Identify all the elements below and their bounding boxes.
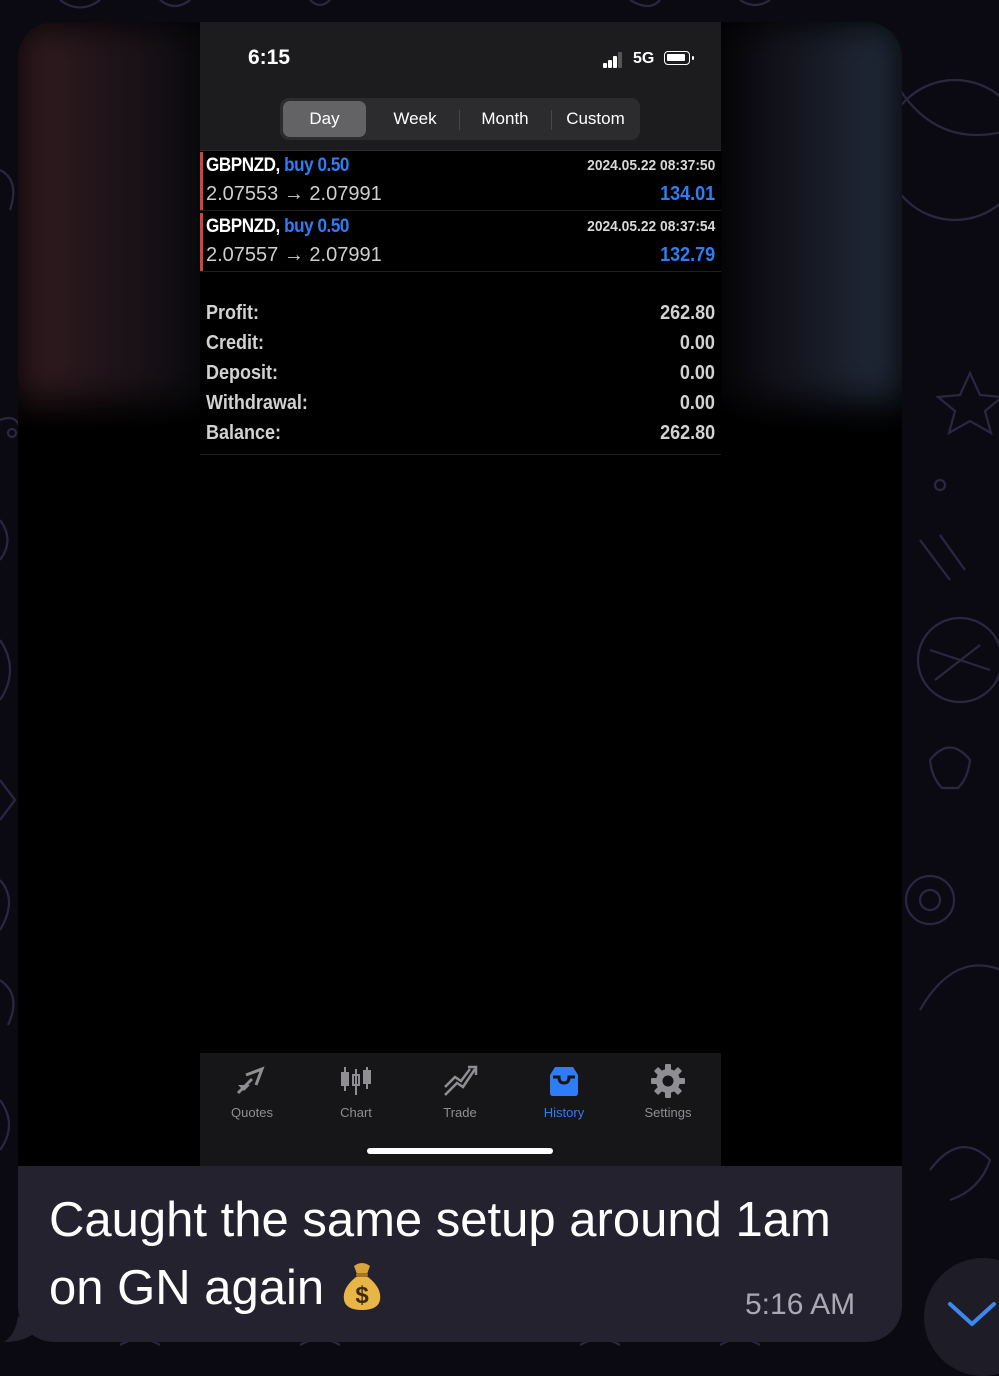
message-line-1: Caught the same setup around 1am — [49, 1193, 831, 1247]
trade-marker — [200, 213, 203, 271]
message-bubble: 6:15 5G Day Week Month Custom GBPNZD, bu… — [18, 22, 902, 1342]
signal-icon — [603, 52, 625, 68]
segment-divider — [551, 110, 552, 130]
tab-custom[interactable]: Custom — [553, 101, 638, 137]
tab-label: Trade — [443, 1105, 477, 1120]
summary-value: 0.00 — [679, 332, 715, 354]
battery-icon — [664, 51, 694, 65]
tab-chart[interactable]: Chart — [304, 1059, 408, 1123]
summary-label: Deposit: — [206, 362, 278, 384]
phone-screen: 6:15 5G Day Week Month Custom GBPNZD, bu… — [200, 22, 721, 1166]
trade-icon — [444, 1065, 478, 1096]
trade-datetime: 2024.05.22 08:37:54 — [586, 218, 715, 235]
attached-screenshot[interactable]: 6:15 5G Day Week Month Custom GBPNZD, bu… — [18, 22, 902, 1166]
tab-settings[interactable]: Settings — [616, 1059, 720, 1123]
network-label: 5G — [633, 50, 655, 67]
trade-row[interactable]: GBPNZD, buy 0.50 2024.05.22 08:37:50 2.0… — [200, 150, 721, 211]
summary-label: Balance: — [206, 422, 282, 444]
trade-prices: 2.07553 → 2.07991 — [206, 183, 382, 205]
summary-value: 0.00 — [679, 392, 715, 414]
summary-label: Withdrawal: — [206, 392, 308, 414]
tab-label: Chart — [340, 1105, 372, 1120]
tab-label: Settings — [644, 1105, 692, 1120]
status-time: 6:15 — [248, 46, 291, 69]
trade-row[interactable]: GBPNZD, buy 0.50 2024.05.22 08:37:54 2.0… — [200, 211, 721, 272]
tab-trade[interactable]: Trade — [408, 1059, 512, 1123]
history-summary: Profit: 262.80 Credit: 0.00 Deposit: 0.0… — [200, 300, 721, 455]
history-icon — [550, 1067, 578, 1096]
tab-quotes[interactable]: Quotes — [200, 1059, 304, 1123]
quotes-icon — [236, 1066, 265, 1095]
summary-row-deposit: Deposit: 0.00 — [200, 360, 721, 390]
settings-icon — [651, 1064, 685, 1098]
money-bag-icon: $ — [340, 1258, 384, 1312]
chart-icon — [341, 1067, 371, 1095]
tab-label: History — [543, 1105, 585, 1120]
message-line-2: on GN again — [49, 1261, 325, 1315]
summary-row-withdrawal: Withdrawal: 0.00 — [200, 390, 721, 420]
home-indicator — [367, 1148, 553, 1154]
trade-direction: buy 0.50 — [284, 155, 349, 176]
tab-day[interactable]: Day — [283, 101, 366, 137]
trade-direction: buy 0.50 — [284, 216, 349, 237]
trade-profit: 134.01 — [659, 183, 715, 205]
trade-marker — [200, 152, 203, 210]
summary-label: Credit: — [206, 332, 265, 354]
svg-text:$: $ — [355, 1282, 369, 1309]
tab-label: Quotes — [231, 1105, 273, 1120]
bottom-tab-bar: Quotes Chart Trade History Settings — [200, 1053, 721, 1166]
trade-symbol: GBPNZD, — [206, 216, 280, 237]
trade-prices: 2.07557 → 2.07991 — [206, 244, 382, 266]
trade-symbol: GBPNZD, — [206, 155, 280, 176]
tab-month[interactable]: Month — [461, 101, 549, 137]
trade-datetime: 2024.05.22 08:37:50 — [586, 157, 715, 174]
period-segmented-control: Day Week Month Custom — [280, 98, 640, 140]
summary-label: Profit: — [206, 302, 260, 324]
chevron-down-icon — [948, 1302, 996, 1326]
summary-value: 262.80 — [659, 302, 715, 324]
summary-value: 262.80 — [659, 422, 715, 444]
summary-row-credit: Credit: 0.00 — [200, 330, 721, 360]
period-selector-bar: Day Week Month Custom — [200, 94, 721, 151]
bubble-tail — [4, 1316, 38, 1342]
summary-value: 0.00 — [679, 362, 715, 384]
segment-divider — [459, 110, 460, 130]
summary-row-profit: Profit: 262.80 — [200, 300, 721, 330]
summary-row-balance: Balance: 262.80 — [200, 420, 721, 450]
tab-week[interactable]: Week — [372, 101, 458, 137]
trade-profit: 132.79 — [659, 244, 715, 266]
tab-history[interactable]: History — [512, 1059, 616, 1123]
message-timestamp: 5:16 AM — [745, 1288, 856, 1321]
phone-status-bar: 6:15 5G — [200, 22, 721, 94]
